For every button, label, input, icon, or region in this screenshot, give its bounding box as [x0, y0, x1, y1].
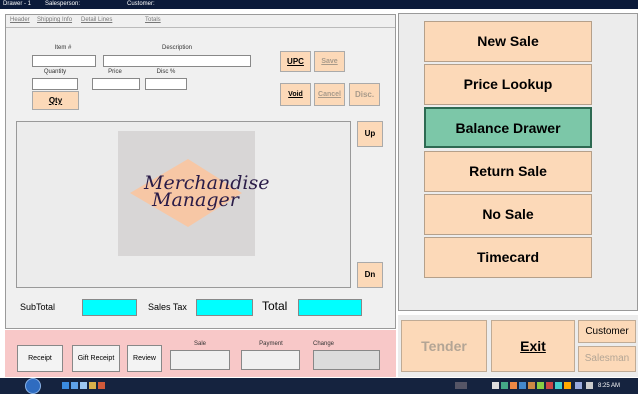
quantity-input[interactable]	[32, 78, 78, 90]
tray-icon[interactable]	[510, 382, 517, 389]
volume-icon[interactable]	[586, 382, 593, 389]
tray-icon[interactable]	[519, 382, 526, 389]
tab-divider	[6, 27, 395, 28]
tray-icon[interactable]	[537, 382, 544, 389]
folder-icon[interactable]	[89, 382, 96, 389]
tray-icon[interactable]	[501, 382, 508, 389]
save-button[interactable]: Save	[314, 51, 345, 72]
description-input[interactable]	[103, 55, 251, 67]
balance-drawer-button[interactable]: Balance Drawer	[424, 107, 592, 148]
quantity-label: Quantity	[43, 69, 67, 75]
subtotal-field	[82, 299, 137, 316]
sales-tax-field	[196, 299, 253, 316]
taskbar: 8:25 AM	[0, 378, 638, 394]
price-input[interactable]	[92, 78, 140, 90]
tab-shipping-info[interactable]: Shipping Info	[37, 17, 72, 23]
sale-amount-field	[170, 350, 230, 370]
app-icon[interactable]	[98, 382, 105, 389]
disc-button[interactable]: Disc.	[349, 83, 380, 106]
price-lookup-button[interactable]: Price Lookup	[424, 64, 592, 105]
new-sale-label: New Sale	[477, 33, 539, 49]
timecard-button[interactable]: Timecard	[424, 237, 592, 278]
start-button[interactable]	[25, 378, 41, 394]
clock[interactable]: 8:25 AM	[598, 378, 620, 394]
subtotal-label: SubTotal	[20, 302, 56, 312]
salesman-button[interactable]: Salesman	[578, 346, 636, 372]
return-sale-button[interactable]: Return Sale	[424, 151, 592, 192]
language-icon[interactable]	[455, 382, 467, 389]
exit-label: Exit	[520, 338, 546, 354]
sale-amount-label: Sale	[193, 341, 206, 347]
disc-percent-label: Disc %	[156, 69, 176, 75]
return-sale-label: Return Sale	[469, 163, 547, 179]
qty-button[interactable]: Qty	[32, 91, 79, 110]
window-title-bar: Drawer - 1 Salesperson: Customer:	[0, 0, 638, 9]
sales-tax-label: Sales Tax	[148, 302, 187, 312]
salesperson-label: Salesperson:	[45, 1, 81, 7]
void-button[interactable]: Void	[280, 83, 311, 106]
total-label: Total	[262, 299, 288, 313]
tab-detail-lines[interactable]: Detail Lines	[81, 17, 112, 23]
payment-field	[241, 350, 300, 370]
browser-icon[interactable]	[62, 382, 69, 389]
total-field	[298, 299, 362, 316]
tray-icon[interactable]	[555, 382, 562, 389]
price-label: Price	[108, 69, 122, 75]
tray-icon[interactable]	[492, 382, 499, 389]
gift-receipt-button[interactable]: Gift Receipt	[72, 345, 120, 372]
receipt-button[interactable]: Receipt	[17, 345, 63, 372]
tab-header[interactable]: Header	[10, 17, 30, 23]
payment-label: Payment	[259, 341, 283, 347]
exit-button[interactable]: Exit	[491, 320, 575, 372]
price-lookup-label: Price Lookup	[463, 76, 553, 92]
change-field	[313, 350, 380, 370]
review-button[interactable]: Review	[127, 345, 162, 372]
scroll-up-button[interactable]: Up	[357, 121, 383, 147]
explorer-icon[interactable]	[71, 382, 78, 389]
item-number-input[interactable]	[32, 55, 96, 67]
network-icon[interactable]	[575, 382, 582, 389]
item-number-label: Item #	[54, 45, 72, 51]
media-icon[interactable]	[80, 382, 87, 389]
tender-button[interactable]: Tender	[401, 320, 487, 372]
drawer-label: Drawer - 1	[3, 1, 32, 7]
tab-totals[interactable]: Totals	[145, 17, 161, 23]
no-sale-button[interactable]: No Sale	[424, 194, 592, 235]
disc-percent-input[interactable]	[145, 78, 187, 90]
timecard-label: Timecard	[477, 249, 539, 265]
tray-icon[interactable]	[546, 382, 553, 389]
logo-text-manager: Manager	[152, 189, 239, 211]
customer-label: Customer:	[127, 1, 155, 7]
balance-drawer-label: Balance Drawer	[455, 120, 561, 136]
description-label: Description	[161, 45, 192, 51]
cancel-button[interactable]: Cancel	[314, 83, 345, 106]
change-label: Change	[313, 341, 335, 347]
no-sale-label: No Sale	[482, 206, 534, 222]
tray-icon[interactable]	[564, 382, 571, 389]
tray-icon[interactable]	[528, 382, 535, 389]
upc-button[interactable]: UPC	[280, 51, 311, 72]
scroll-down-button[interactable]: Dn	[357, 262, 383, 288]
new-sale-button[interactable]: New Sale	[424, 21, 592, 62]
customer-button[interactable]: Customer	[578, 320, 636, 343]
